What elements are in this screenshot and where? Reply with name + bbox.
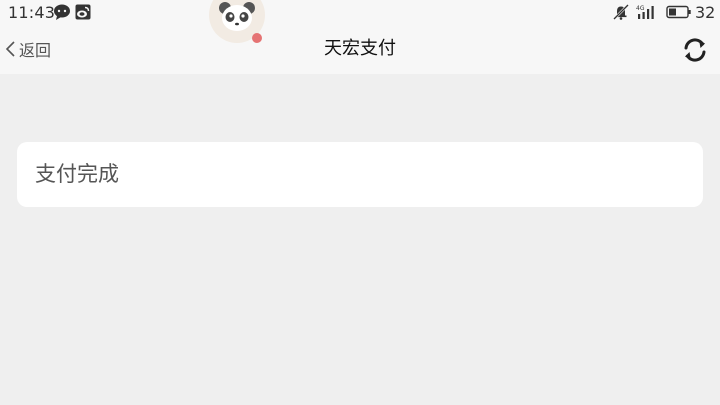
payment-status-text: 支付完成 (35, 162, 119, 186)
svg-text:4G: 4G (636, 5, 645, 12)
top-bar: 11:43 4G 32 返回 天宏支付 (0, 0, 720, 74)
4g-signal-icon: 4G (636, 5, 654, 19)
status-time: 11:43 (8, 3, 56, 22)
battery-icon (666, 5, 691, 19)
refresh-icon[interactable] (680, 35, 710, 65)
screen: 11:43 4G 32 返回 天宏支付 支付完成 (0, 0, 720, 405)
weibo-icon (75, 4, 91, 20)
mute-bell-icon (613, 4, 629, 20)
page-title: 天宏支付 (324, 38, 396, 59)
battery-percent: 32 (695, 3, 716, 22)
chat-bubble-icon (54, 4, 70, 20)
payment-status-card: 支付完成 (17, 142, 703, 207)
